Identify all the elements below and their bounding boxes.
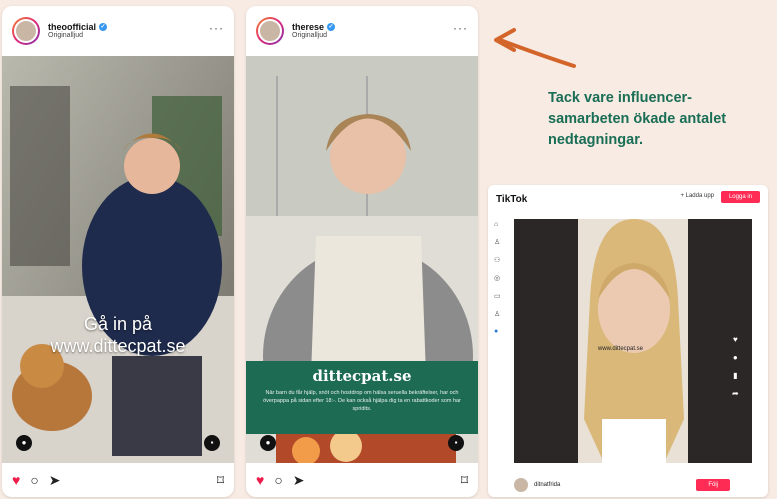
sound-icon[interactable]: ● (260, 435, 276, 451)
verified-icon: ✓ (99, 22, 108, 31)
more-icon[interactable]: ··· (453, 22, 468, 34)
video-caption: www.dittecpat.se (598, 346, 644, 352)
banner-title: dittecpat.se (312, 367, 412, 385)
follow-button[interactable]: Följ (696, 479, 730, 491)
heart-icon[interactable]: ♥ (733, 335, 738, 344)
post-header: theoofficial ✓ Originalljud ··· (2, 6, 234, 56)
friends-icon[interactable]: ⚇ (494, 256, 504, 264)
home-icon[interactable]: ⌂ (494, 221, 504, 228)
login-button[interactable]: Logga in (720, 191, 760, 203)
username[interactable]: therese (292, 22, 324, 32)
profile-icon[interactable]: ♙ (494, 310, 504, 318)
sound-icon[interactable]: ● (16, 435, 32, 451)
share-icon[interactable]: ➤ (293, 473, 305, 487)
tiktok-actions: ♥ ● ▮ ➦ (732, 335, 739, 398)
avatar-icon[interactable]: ● (494, 328, 504, 335)
tiktok-sidebar: ⌂ ♙ ⚇ ◎ ▭ ♙ ● (494, 221, 504, 335)
verified-icon: ✓ (327, 22, 336, 31)
live-icon[interactable]: ▭ (494, 292, 504, 300)
share-icon[interactable]: ➦ (732, 389, 739, 398)
avatar[interactable] (12, 17, 40, 45)
audio-label[interactable]: Originalljud (48, 32, 107, 40)
tiktok-header: TikTok + Ladda upp Logga in (488, 185, 768, 213)
comment-icon[interactable]: ● (733, 353, 738, 362)
heart-icon[interactable]: ♥ (12, 473, 20, 487)
bookmark-icon[interactable]: ⌑ (217, 473, 224, 487)
arrow-icon (494, 28, 576, 68)
post-video[interactable]: Gå in på www.dittecpat.se ● ▪ (2, 56, 234, 463)
instagram-post-2: therese ✓ Originalljud ··· dittecpat.se N… (246, 6, 478, 497)
explore-icon[interactable]: ◎ (494, 274, 504, 282)
following-icon[interactable]: ♙ (494, 238, 504, 246)
video-caption: Gå in på www.dittecpat.se (50, 314, 186, 356)
post-video[interactable]: dittecpat.se När barn du får hjälp, snöt… (246, 56, 478, 463)
more-icon[interactable]: ··· (209, 22, 224, 34)
heart-icon[interactable]: ♥ (256, 473, 264, 487)
bookmark-icon[interactable]: ▮ (733, 371, 737, 380)
post-header: therese ✓ Originalljud ··· (246, 6, 478, 56)
promo-banner: dittecpat.se När barn du får hjälp, snöt… (246, 361, 478, 434)
tag-icon[interactable]: ▪ (204, 435, 220, 451)
upload-button[interactable]: + Ladda upp (680, 193, 714, 199)
instagram-post-1: theoofficial✓ Originalljud ··· Gå in på (2, 6, 234, 497)
avatar[interactable] (514, 478, 528, 492)
tiktok-post: TikTok + Ladda upp Logga in ⌂ ♙ ⚇ ◎ ▭ ♙ … (488, 185, 768, 497)
username[interactable]: ditnatfrida (534, 482, 560, 488)
callout-text: Tack vare influencer-samarbeten ökade an… (548, 90, 727, 148)
post-actions: ♥ ○ ➤ ⌑ (246, 463, 478, 497)
bookmark-icon[interactable]: ⌑ (461, 473, 468, 487)
comment-icon[interactable]: ○ (30, 473, 38, 487)
post-actions: ♥ ○ ➤ ⌑ (2, 463, 234, 497)
video-frame (514, 219, 752, 463)
audio-label[interactable]: Originalljud (292, 32, 335, 40)
avatar[interactable] (256, 17, 284, 45)
video-frame (2, 56, 234, 463)
username[interactable]: theoofficial (48, 22, 96, 32)
tiktok-video[interactable]: www.dittecpat.se (514, 219, 752, 463)
comment-icon[interactable]: ○ (274, 473, 282, 487)
share-icon[interactable]: ➤ (49, 473, 61, 487)
tag-icon[interactable]: ▪ (448, 435, 464, 451)
tiktok-footer: ditnatfrida Följ (514, 473, 760, 497)
banner-body: När barn du får hjälp, snöt och hostdrop… (263, 390, 461, 412)
tiktok-logo[interactable]: TikTok (496, 194, 527, 205)
